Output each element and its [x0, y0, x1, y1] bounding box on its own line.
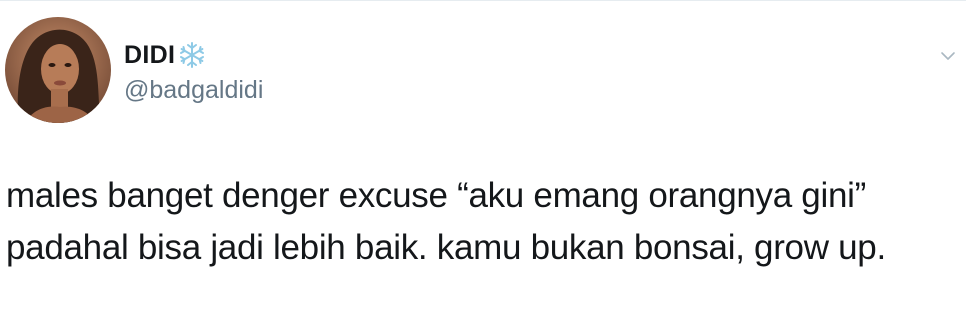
chevron-down-icon[interactable] — [936, 44, 960, 68]
tweet-text: males banget denger excuse “aku emang or… — [6, 170, 961, 274]
display-name[interactable]: DIDI — [124, 41, 175, 70]
avatar[interactable] — [5, 17, 111, 123]
tweet-text-line: males banget denger excuse “aku emang or… — [6, 176, 866, 215]
user-handle[interactable]: @badgaldidi — [124, 76, 263, 105]
tweet-text-line: padahal bisa jadi lebih baik. kamu bukan… — [6, 228, 886, 267]
snowflake-icon — [178, 41, 206, 69]
user-info: DIDI @badgaldidi — [124, 40, 263, 105]
name-row: DIDI — [124, 40, 263, 70]
tweet-card: DIDI @badgaldidi males banget denger exc… — [0, 0, 966, 322]
